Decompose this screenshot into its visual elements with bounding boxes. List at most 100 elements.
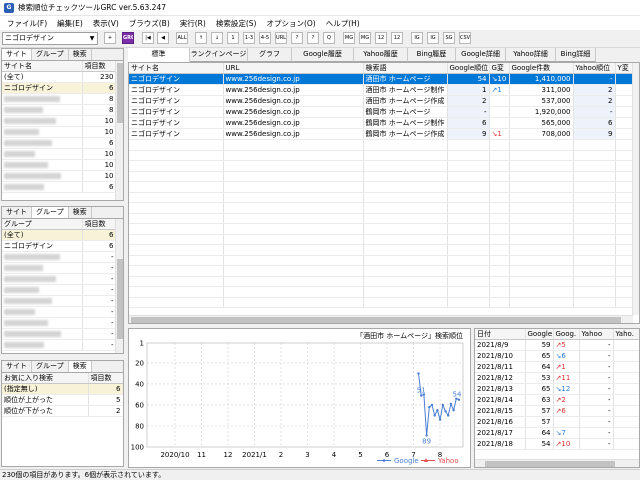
list-item[interactable]: ニゴロデザイン 6	[2, 240, 117, 252]
tab-main-4[interactable]: Yahoo履歴	[354, 48, 408, 62]
menu-view[interactable]: 表示(V)	[88, 18, 124, 29]
list-item[interactable]: 6	[2, 137, 117, 149]
menu-edit[interactable]: 編集(E)	[52, 18, 88, 29]
menu-search-settings[interactable]: 検索設定(S)	[211, 18, 262, 29]
site-list-scroll-thumb[interactable]	[117, 63, 123, 123]
list-item[interactable]: ニゴロデザイン 6	[2, 82, 117, 94]
group-list-scroll-thumb[interactable]	[117, 259, 123, 339]
ranking-table-hscroll[interactable]	[129, 315, 633, 323]
col-keyword[interactable]: 検索語	[363, 63, 448, 74]
col-count[interactable]: 項目数	[82, 61, 117, 72]
table-row[interactable]: 2021/8/12 53 ↗11-	[475, 372, 639, 384]
col-site-name[interactable]: サイト名	[2, 61, 83, 72]
col-count[interactable]: 項目数	[82, 219, 117, 230]
list-item[interactable]: 6	[2, 181, 117, 193]
table-row[interactable]: 2021/8/18 54 ↗10-	[475, 438, 639, 450]
url-filter-button[interactable]: URL	[275, 32, 287, 44]
col-favorite-search[interactable]: お気に入り検索	[2, 373, 89, 384]
list-item[interactable]: 8	[2, 93, 117, 105]
list-item[interactable]: (全て) 230	[2, 71, 117, 83]
list-item[interactable]: -	[2, 339, 117, 351]
col-group-name[interactable]: グループ	[2, 219, 83, 230]
table-row[interactable]: 2021/8/17 64 ↘7-	[475, 427, 639, 439]
col-google-rank[interactable]: Google順位	[447, 63, 490, 74]
ranking-table-hscroll-thumb[interactable]	[131, 317, 621, 323]
tab-main-0[interactable]: 標準	[128, 48, 190, 62]
table-row[interactable]: 2021/8/15 57 ↗6-	[475, 405, 639, 417]
col-yahoo-rank[interactable]: Yahoo順位	[573, 63, 616, 74]
tab-main-1[interactable]: ランクインページ	[190, 48, 248, 62]
table-row[interactable]: ニゴロデザイン www.256design.co.jp 酒田市 ホームページ制作 1 ↗…	[129, 84, 634, 96]
tab-main-8[interactable]: Bing詳細	[556, 48, 596, 62]
sg-button[interactable]: SG 1	[443, 32, 455, 44]
list-item[interactable]: 順位が上がった 5	[2, 394, 123, 406]
site-list-scrollbar[interactable]	[115, 61, 123, 200]
tab-main-6[interactable]: Google詳細	[456, 48, 506, 62]
table-row[interactable]: 2021/8/16 57 -	[475, 416, 639, 428]
period-12-button-b[interactable]: 12	[391, 32, 403, 44]
list-item[interactable]: 10	[2, 170, 117, 182]
filter-button-a[interactable]: ?	[291, 32, 303, 44]
ranking-table-vscroll[interactable]	[632, 63, 639, 315]
list-item[interactable]: -	[2, 317, 117, 329]
tab-search[interactable]: 検索	[68, 361, 92, 372]
tab-group[interactable]: グループ	[32, 207, 69, 218]
table-row[interactable]: ニゴロデザイン www.256design.co.jp 鶴岡市 ホームページ作成 9 ↘…	[129, 128, 634, 140]
menu-browse[interactable]: ブラウズ(B)	[124, 18, 175, 29]
col-yahoo-change[interactable]: Y変	[615, 63, 634, 74]
table-row[interactable]: ニゴロデザイン www.256design.co.jp 鶴岡市 ホームページ制作 6 5…	[129, 117, 634, 129]
col-yahoo-change[interactable]: Yaho.	[613, 329, 639, 340]
table-row[interactable]: 2021/8/10 65 ↘6-	[475, 350, 639, 362]
tab-site[interactable]: サイト	[2, 207, 32, 218]
list-item[interactable]: 10	[2, 148, 117, 160]
filter-button-b[interactable]: ?	[307, 32, 319, 44]
group-list-scrollbar[interactable]	[115, 219, 123, 353]
table-row[interactable]: 2021/8/11 64 ↗1-	[475, 361, 639, 373]
rank-1-3-button[interactable]: 1-3	[243, 32, 255, 44]
tab-site[interactable]: サイト	[2, 361, 32, 372]
col-yahoo[interactable]: Yahoo	[579, 329, 614, 340]
list-item[interactable]: 8	[2, 104, 117, 116]
period-12-button-a[interactable]: 12	[375, 32, 387, 44]
col-google-count[interactable]: Google件数	[509, 63, 574, 74]
first-button[interactable]: |◀	[142, 32, 154, 44]
menu-file[interactable]: ファイル(F)	[2, 18, 52, 29]
list-item[interactable]: 10	[2, 115, 117, 127]
rank-up-button[interactable]: ↑	[195, 32, 207, 44]
list-item[interactable]: -	[2, 251, 117, 263]
rank-down-button[interactable]: ↓	[211, 32, 223, 44]
ig-button-b[interactable]: IG	[427, 32, 439, 44]
tab-search[interactable]: 検索	[68, 49, 92, 60]
list-item[interactable]: (指定無し) 6	[2, 383, 123, 395]
table-row[interactable]: ニゴロデザイン www.256design.co.jp 鶴岡市 ホームページ -1,9…	[129, 106, 634, 118]
list-item[interactable]: -	[2, 284, 117, 296]
tab-main-5[interactable]: Bing履歴	[408, 48, 456, 62]
tab-main-2[interactable]: グラフ	[248, 48, 292, 62]
tab-site[interactable]: サイト	[2, 49, 32, 60]
list-item[interactable]: -	[2, 306, 117, 318]
tab-group[interactable]: グループ	[32, 361, 69, 372]
col-date[interactable]: 日付	[475, 329, 526, 340]
history-hscroll-thumb[interactable]	[485, 461, 615, 467]
list-item[interactable]: (全て) 6	[2, 229, 117, 241]
list-item[interactable]: 10	[2, 126, 117, 138]
table-row[interactable]: ニゴロデザイン www.256design.co.jp 酒田市 ホームページ作成 2 5…	[129, 95, 634, 107]
table-row[interactable]: ニゴロデザイン www.256design.co.jp 酒田市 ホームページ 54 ↘1…	[129, 73, 634, 85]
list-item[interactable]: -	[2, 262, 117, 274]
list-item[interactable]: -	[2, 273, 117, 285]
csv-upload-button[interactable]: CSV UP	[459, 32, 471, 44]
tab-search[interactable]: 検索	[68, 207, 92, 218]
list-item[interactable]: -	[2, 328, 117, 340]
tab-main-3[interactable]: Google履歴	[292, 48, 354, 62]
list-item[interactable]: 10	[2, 159, 117, 171]
table-row[interactable]: 2021/8/14 63 ↗2-	[475, 394, 639, 406]
list-item[interactable]: 順位が下がった 2	[2, 405, 123, 417]
rank-4-5-button[interactable]: 4-5	[259, 32, 271, 44]
menu-options[interactable]: オプション(O)	[261, 18, 320, 29]
col-site-name[interactable]: サイト名	[129, 63, 224, 74]
mg-button-b[interactable]: MG 1	[359, 32, 371, 44]
mg-button-a[interactable]: MG 1	[343, 32, 355, 44]
rank-1-button[interactable]: 1	[227, 32, 239, 44]
col-google[interactable]: Google	[525, 329, 554, 340]
col-count[interactable]: 項目数	[88, 373, 123, 384]
